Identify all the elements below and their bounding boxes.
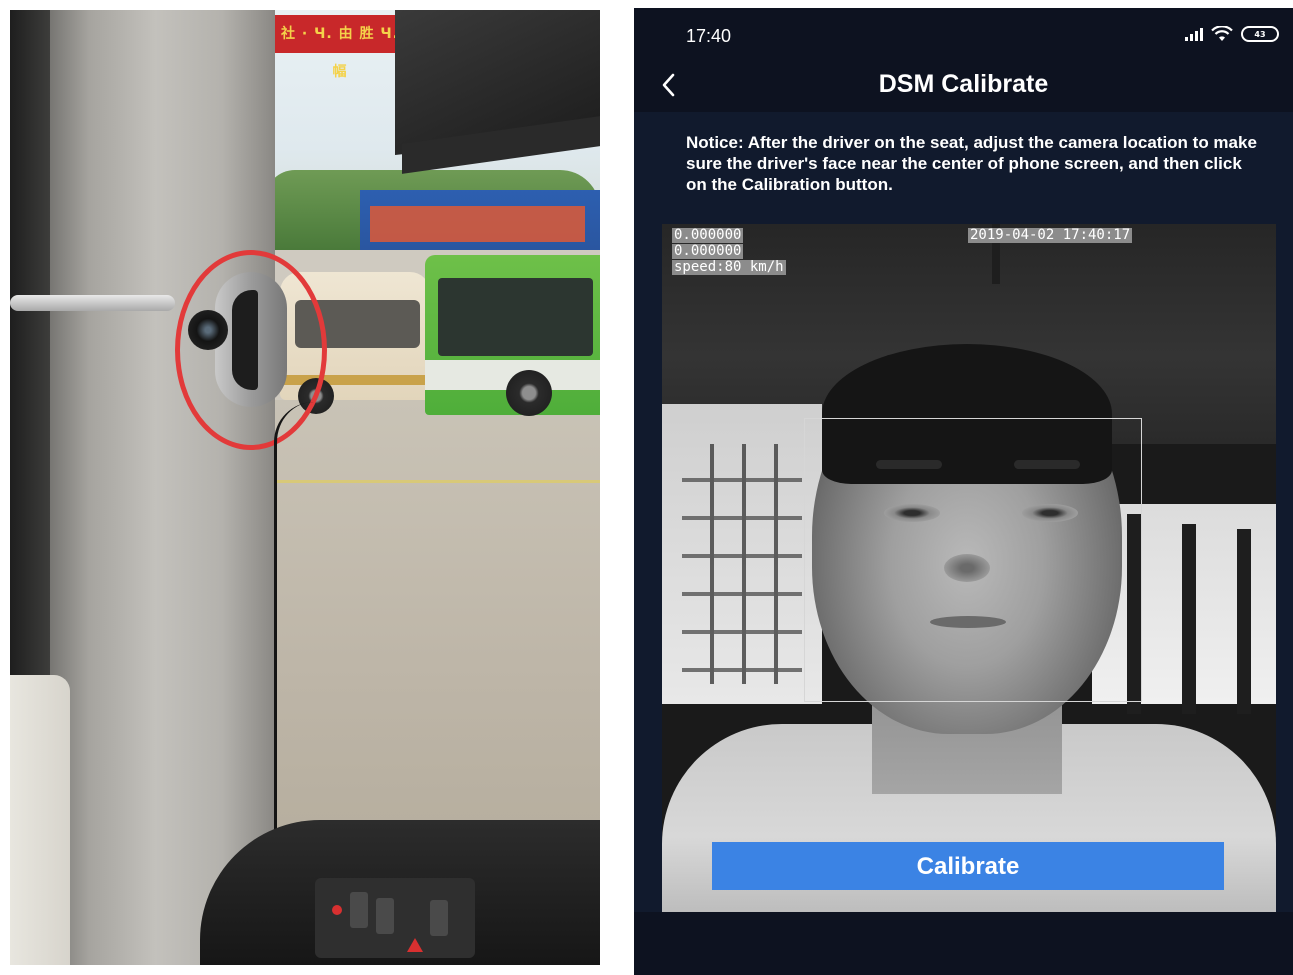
window-pillar xyxy=(1182,524,1196,714)
red-banner: 社 · Ч. 由 胜 Ч. 幅 xyxy=(275,15,405,80)
camera-preview: 0.000000 0.000000 speed:80 km/h 2019-04-… xyxy=(662,224,1276,912)
depot-sign xyxy=(370,206,585,242)
page-title: DSM Calibrate xyxy=(878,70,1049,98)
calibrate-button[interactable]: Calibrate xyxy=(712,842,1224,890)
battery-level: 43 xyxy=(1254,29,1266,39)
status-icons: 43 xyxy=(1185,26,1279,42)
wifi-icon xyxy=(1211,26,1233,41)
dashboard-switch-panel xyxy=(315,878,475,958)
osd-timestamp: 2019-04-02 17:40:17 xyxy=(968,227,1133,243)
camera-cable xyxy=(274,402,317,872)
notice-text: Notice: After the driver on the seat, ad… xyxy=(686,133,1257,194)
phone-screen: 17:40 43 DSM Calibrate Notice: After the… xyxy=(634,8,1293,975)
osd-speed: speed:80 km/h xyxy=(672,259,786,275)
face-detection-box xyxy=(804,418,1142,702)
hazard-warning-icon xyxy=(407,938,423,952)
status-time: 17:40 xyxy=(686,26,732,46)
window-pillar xyxy=(1237,529,1251,714)
composite-image: 社 · Ч. 由 胜 Ч. 幅 17:40 43 DSM Calibrate N… xyxy=(0,0,1293,975)
app-header: DSM Calibrate xyxy=(634,64,1293,110)
status-bar: 17:40 43 xyxy=(634,8,1293,64)
app-body: Notice: After the driver on the seat, ad… xyxy=(634,112,1293,912)
battery-icon: 43 xyxy=(1241,26,1279,42)
osd-coordinate-2: 0.000000 xyxy=(672,243,744,259)
bus-camera-photo: 社 · Ч. 由 胜 Ч. 幅 xyxy=(10,10,600,965)
dashboard-switch xyxy=(376,898,394,934)
pillar-panel xyxy=(10,675,70,965)
green-bus-wheel xyxy=(506,370,552,416)
dashboard-switch xyxy=(430,900,448,936)
dashboard-switch xyxy=(350,892,368,928)
green-bus-window xyxy=(438,278,593,356)
grab-rail xyxy=(10,295,175,311)
osd-coordinate-1: 0.000000 xyxy=(672,227,744,243)
signal-icon xyxy=(1185,27,1203,41)
left-window-building xyxy=(682,444,802,684)
red-indicator-icon xyxy=(332,905,342,915)
